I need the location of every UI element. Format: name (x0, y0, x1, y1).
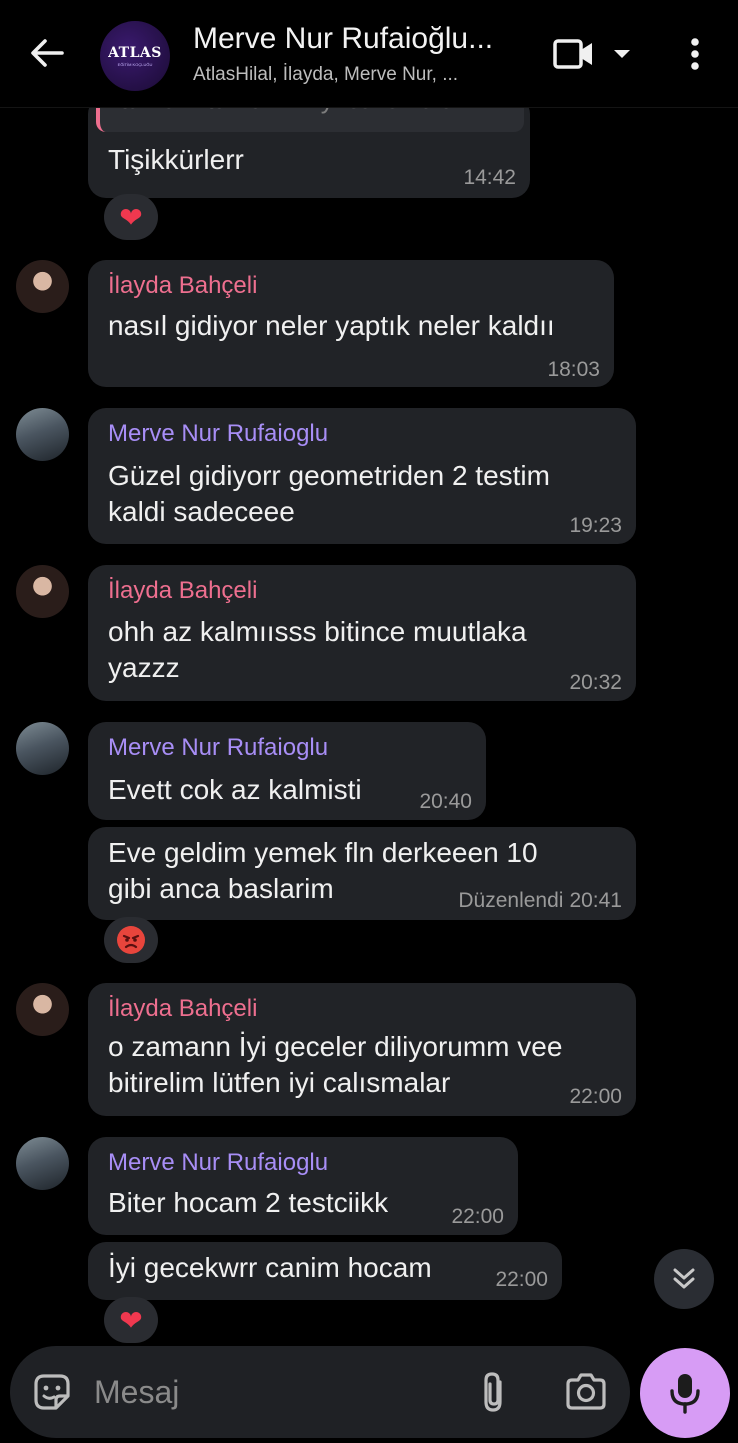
message-composer: Mesaj (10, 1346, 630, 1438)
message-sender[interactable]: İlayda Bahçeli (108, 577, 257, 605)
avatar[interactable] (16, 983, 69, 1036)
message-sender[interactable]: Merve Nur Rufaioglu (108, 1149, 328, 1177)
message-time: 20:40 (419, 790, 472, 813)
message-input[interactable]: Mesaj (94, 1374, 179, 1411)
group-avatar-logo-sub: EĞİTİM KOÇLUĞU (117, 62, 153, 67)
message-time: Düzenlendi 20:41 (458, 889, 622, 913)
microphone-icon (670, 1374, 700, 1414)
sticker-button[interactable] (30, 1370, 74, 1414)
message-bubble[interactable]: Merve Nur Rufaioglu Biter hocam 2 testci… (88, 1137, 518, 1235)
camera-icon (566, 1373, 606, 1410)
more-vertical-icon (691, 38, 699, 70)
paperclip-icon (484, 1372, 502, 1412)
message-text: kaldi sadeceee (108, 496, 295, 527)
angry-face-icon (117, 926, 145, 954)
message-text: bitirelim lütfen iyi calısmalar (108, 1067, 451, 1098)
back-button[interactable] (24, 30, 70, 76)
message-time: 22:00 (495, 1268, 548, 1291)
attach-button[interactable] (474, 1370, 514, 1414)
more-options-button[interactable] (680, 34, 710, 74)
message-time: 14:42 (463, 166, 516, 189)
message-text: Güzel gidiyorr geometriden 2 testim (108, 460, 550, 491)
message-text: İyi gecekwrr canim hocam (108, 1252, 432, 1283)
message-bubble[interactable]: Eve geldim yemek fln derkeeen 10 gibi an… (88, 827, 636, 920)
message-text: Evett cok az kalmisti (108, 774, 362, 805)
chat-members[interactable]: AtlasHilal, İlayda, Merve Nur, ... (193, 64, 458, 86)
message-text: Eve geldim yemek fln derkeeen 10 (108, 837, 538, 868)
group-avatar[interactable]: ATLAS EĞİTİM KOÇLUĞU (100, 21, 170, 91)
avatar[interactable] (16, 565, 69, 618)
message-bubble[interactable]: tamam tamamm iyi calismalari Tişikkürler… (88, 96, 530, 198)
avatar[interactable] (16, 408, 69, 461)
message-bubble[interactable]: İyi gecekwrr canim hocam 22:00 (88, 1242, 562, 1300)
message-sender[interactable]: İlayda Bahçeli (108, 272, 257, 300)
avatar[interactable] (16, 260, 69, 313)
heart-icon: ❤ (119, 1304, 143, 1336)
group-avatar-logo: ATLAS (108, 45, 162, 61)
reaction-badge[interactable] (104, 917, 158, 963)
double-chevron-down-icon (673, 1268, 695, 1289)
message-sender[interactable]: Merve Nur Rufaioglu (108, 420, 328, 448)
message-text: Biter hocam 2 testciikk (108, 1187, 389, 1218)
message-time-value: 20:41 (569, 889, 622, 912)
sticker-icon (34, 1374, 70, 1410)
camera-button[interactable] (564, 1370, 608, 1414)
message-bubble[interactable]: İlayda Bahçeli ohh az kalmıısss bitince … (88, 565, 636, 701)
scroll-to-bottom-button[interactable] (654, 1249, 714, 1309)
message-bubble[interactable]: Merve Nur Rufaioglu Evett cok az kalmist… (88, 722, 486, 820)
message-time: 22:00 (569, 1085, 622, 1108)
message-text: ohh az kalmıısss bitince muutlaka (108, 616, 527, 647)
message-sender[interactable]: Merve Nur Rufaioglu (108, 734, 328, 762)
video-call-button[interactable] (552, 34, 632, 74)
message-text: yazzz (108, 652, 180, 683)
heart-icon: ❤ (119, 201, 143, 233)
message-time: 18:03 (547, 358, 600, 381)
reaction-badge[interactable]: ❤ (104, 194, 158, 240)
chat-title[interactable]: Merve Nur Rufaioğlu... (193, 22, 493, 56)
message-sender[interactable]: İlayda Bahçeli (108, 995, 257, 1023)
message-text: gibi anca baslarim (108, 873, 334, 904)
message-time: 20:32 (569, 671, 622, 694)
chat-header: ATLAS EĞİTİM KOÇLUĞU Merve Nur Rufaioğlu… (0, 0, 738, 108)
message-bubble[interactable]: İlayda Bahçeli o zamann İyi geceler dili… (88, 983, 636, 1116)
message-time: 19:23 (569, 514, 622, 537)
avatar[interactable] (16, 1137, 69, 1190)
chevron-down-icon (614, 50, 630, 58)
message-bubble[interactable]: İlayda Bahçeli nasıl gidiyor neler yaptı… (88, 260, 614, 387)
message-text: o zamann İyi geceler diliyorumm vee (108, 1031, 563, 1062)
arrow-left-icon (31, 39, 64, 67)
message-bubble[interactable]: Merve Nur Rufaioglu Güzel gidiyorr geome… (88, 408, 636, 544)
reaction-badge[interactable]: ❤ (104, 1297, 158, 1343)
avatar[interactable] (16, 722, 69, 775)
video-camera-icon (553, 39, 592, 69)
message-text: nasıl gidiyor neler yaptık neler kaldıı (108, 310, 555, 341)
edited-label: Düzenlendi (458, 889, 564, 912)
message-time: 22:00 (451, 1205, 504, 1228)
message-text: Tişikkürlerr (108, 144, 244, 175)
voice-record-button[interactable] (640, 1348, 730, 1438)
